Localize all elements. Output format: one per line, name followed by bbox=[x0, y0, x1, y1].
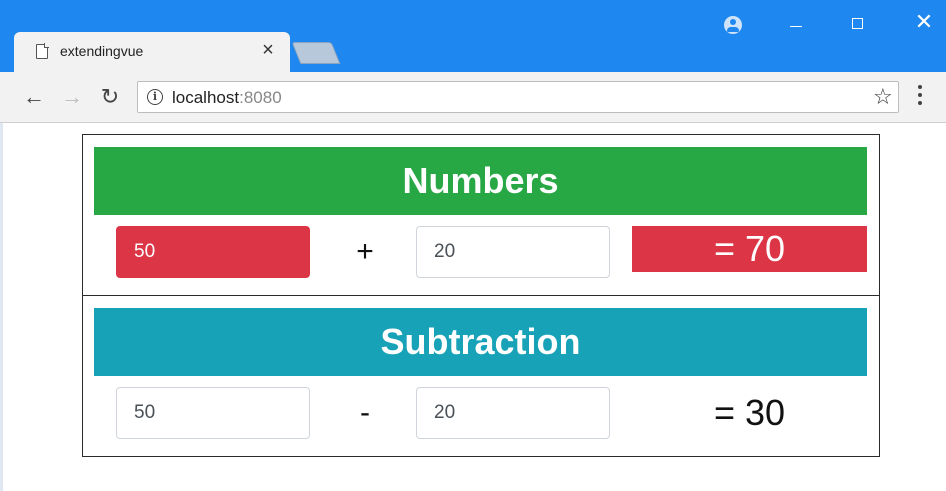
forward-arrow-icon[interactable]: → bbox=[60, 85, 84, 109]
url-port: :8080 bbox=[239, 88, 282, 107]
subtraction-second-input[interactable] bbox=[416, 387, 610, 439]
reload-icon[interactable]: ↻ bbox=[98, 85, 122, 109]
new-tab-button[interactable] bbox=[291, 42, 341, 64]
maximize-icon[interactable] bbox=[852, 18, 863, 29]
tab-close-icon[interactable]: × bbox=[258, 38, 278, 62]
profile-icon[interactable] bbox=[724, 16, 742, 34]
back-arrow-icon[interactable]: ← bbox=[22, 85, 46, 109]
window-edge bbox=[0, 123, 3, 491]
numbers-result: = 70 bbox=[632, 226, 867, 272]
subtraction-title: Subtraction bbox=[94, 308, 867, 376]
numbers-second-input[interactable] bbox=[416, 226, 610, 278]
browser-titlebar: extendingvue × ✕ bbox=[0, 0, 946, 72]
subtraction-result: = 30 bbox=[713, 392, 786, 433]
close-window-icon[interactable]: ✕ bbox=[912, 10, 936, 34]
numbers-title: Numbers bbox=[94, 147, 867, 215]
address-bar[interactable]: i localhost:8080 ☆ bbox=[137, 81, 899, 113]
bookmark-star-icon[interactable]: ☆ bbox=[873, 83, 893, 111]
numbers-first-input[interactable] bbox=[116, 226, 310, 278]
subtraction-first-input[interactable] bbox=[116, 387, 310, 439]
url-text: localhost:8080 bbox=[172, 88, 282, 108]
info-icon[interactable]: i bbox=[147, 89, 163, 105]
url-host: localhost bbox=[172, 88, 240, 107]
browser-toolbar: ← → ↻ i localhost:8080 ☆ bbox=[0, 72, 946, 123]
minus-operator: - bbox=[360, 396, 370, 429]
numbers-panel: Numbers + = 70 bbox=[82, 134, 880, 296]
page-icon bbox=[36, 43, 49, 59]
minimize-icon[interactable] bbox=[790, 26, 802, 27]
browser-tab[interactable]: extendingvue × bbox=[14, 32, 290, 72]
kebab-menu-icon[interactable] bbox=[918, 85, 922, 109]
tab-title: extendingvue bbox=[60, 43, 144, 59]
plus-operator: + bbox=[356, 235, 374, 268]
subtraction-panel: Subtraction - = 30 bbox=[82, 295, 880, 457]
